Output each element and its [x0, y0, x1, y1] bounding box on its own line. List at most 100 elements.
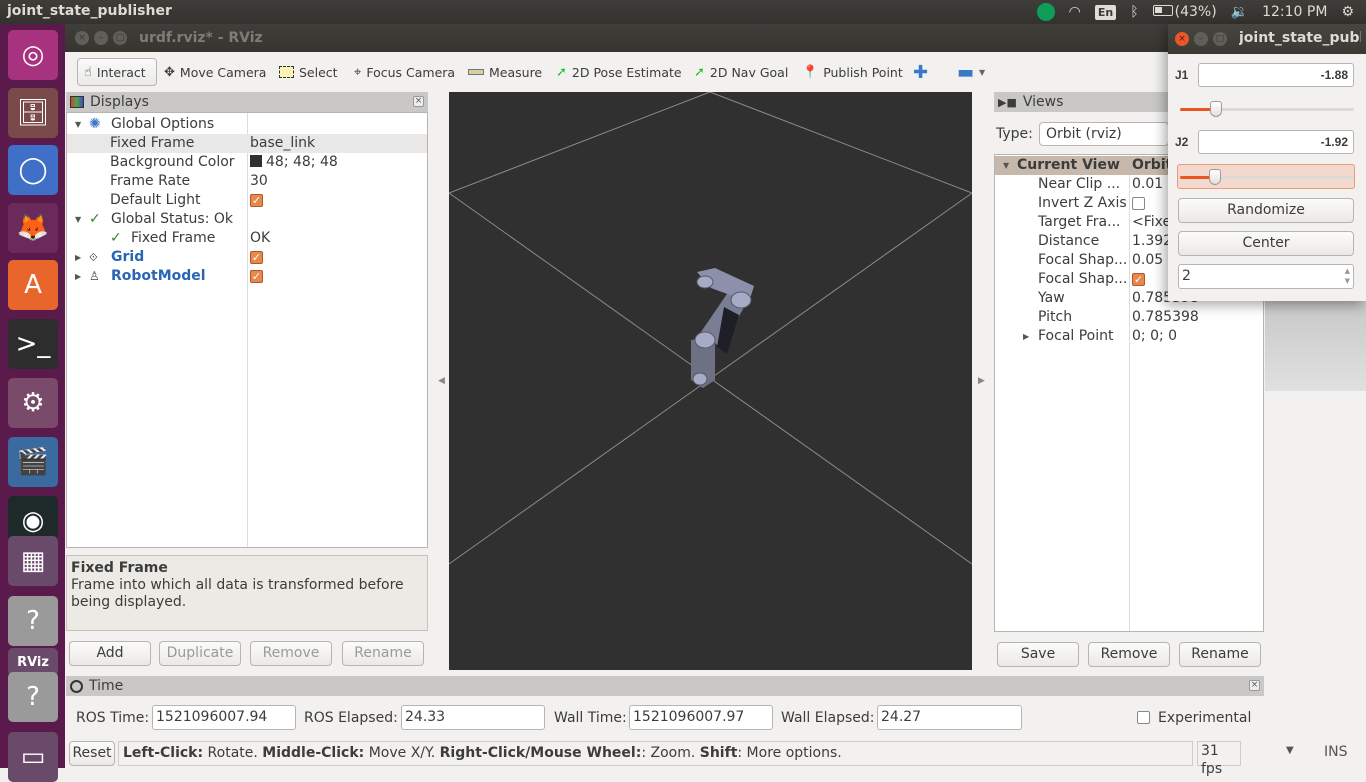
save-view-button[interactable]: Save	[997, 642, 1079, 667]
tool-focus-camera[interactable]: ⌖ Focus Camera	[348, 58, 461, 86]
expand-arrow-icon[interactable]: ▼	[75, 115, 81, 134]
close-panel-icon[interactable]: ×	[413, 96, 424, 107]
expand-arrow-icon[interactable]: ▼	[75, 210, 81, 229]
tree-row-status-fixed-frame[interactable]: ✓ Fixed Frame OK	[67, 229, 427, 248]
minimize-window-button[interactable]: –	[1194, 32, 1208, 46]
hangouts-icon[interactable]	[1036, 3, 1055, 21]
expand-arrow-icon[interactable]: ▶	[1023, 327, 1029, 346]
tool-interact[interactable]: ☝ Interact	[77, 58, 157, 86]
keyboard-layout-indicator[interactable]: En	[1094, 4, 1117, 20]
remove-tool-button[interactable]: ▬ ▼	[951, 58, 991, 86]
experimental-checkbox[interactable]	[1137, 711, 1150, 724]
tree-row-global-status[interactable]: ▼ ✓ Global Status: Ok	[67, 210, 427, 229]
remove-view-button[interactable]: Remove	[1088, 642, 1170, 667]
tree-row-global-options[interactable]: ▼ ✺ Global Options	[67, 115, 427, 134]
rename-view-button[interactable]: Rename	[1179, 642, 1261, 667]
tool-measure[interactable]: Measure	[462, 58, 548, 86]
row-value[interactable]: 0; 0; 0	[1132, 327, 1177, 346]
3d-render-viewport[interactable]	[448, 91, 973, 670]
joint-value-j2[interactable]: -1.92	[1198, 130, 1354, 154]
launcher-files-icon[interactable]: 🗄	[8, 88, 58, 138]
collapse-right-arrow-icon[interactable]: ▶	[978, 376, 985, 386]
launcher-media-app-icon[interactable]: 🎬	[8, 437, 58, 487]
launcher-terminal-icon[interactable]: >_	[8, 319, 58, 369]
ros-time-field[interactable]: 1521096007.94	[152, 705, 296, 730]
add-tool-button[interactable]: ✚	[907, 58, 934, 86]
tree-row-focal-point[interactable]: ▶ Focal Point 0; 0; 0	[995, 327, 1263, 346]
tree-row-robotmodel[interactable]: ▶ ♙ RobotModel ✓	[67, 267, 427, 286]
close-window-button[interactable]: ×	[75, 31, 89, 45]
ros-elapsed-field[interactable]: 24.33	[401, 705, 545, 730]
randomize-button[interactable]: Randomize	[1178, 198, 1354, 223]
tool-select[interactable]: Select	[273, 58, 344, 86]
launcher-software-center-icon[interactable]: A	[8, 260, 58, 310]
launcher-unknown-app-icon[interactable]: ?	[8, 596, 58, 646]
close-window-button[interactable]: ×	[1175, 32, 1189, 46]
grid-enabled-checkbox[interactable]: ✓	[250, 248, 263, 267]
spinbox-field[interactable]: 2 ▲ ▼	[1178, 264, 1354, 289]
expand-arrow-icon[interactable]: ▶	[75, 267, 81, 286]
row-value[interactable]: <Fixe	[1132, 213, 1171, 232]
row-value[interactable]: base_link	[250, 134, 315, 153]
add-display-button[interactable]: Add	[69, 641, 151, 666]
dropdown-arrow-icon[interactable]: ▼	[1286, 745, 1294, 756]
bluetooth-icon[interactable]: ᛒ	[1130, 4, 1138, 20]
tool-2d-nav-goal[interactable]: ➚ 2D Nav Goal	[688, 58, 794, 86]
remove-display-button[interactable]: Remove	[250, 641, 332, 666]
launcher-ubuntu-dash-icon[interactable]: ◎	[8, 30, 58, 80]
row-value[interactable]: 0.01	[1132, 175, 1163, 194]
clock[interactable]: 12:10 PM	[1262, 4, 1327, 20]
property-description: Fixed Frame Frame into which all data is…	[66, 555, 428, 631]
launcher-unknown-app-2-icon[interactable]: ?	[8, 672, 58, 722]
close-panel-icon[interactable]: ×	[1249, 680, 1260, 691]
joint-value-j1[interactable]: -1.88	[1198, 63, 1354, 87]
invert-z-checkbox[interactable]	[1132, 194, 1145, 213]
power-gear-icon[interactable]: ⚙	[1341, 4, 1354, 20]
tool-publish-point[interactable]: 📍 Publish Point	[796, 58, 909, 86]
slider-handle[interactable]	[1210, 101, 1223, 117]
tool-2d-pose-estimate[interactable]: ➚ 2D Pose Estimate	[550, 58, 688, 86]
row-value[interactable]: 48; 48; 48	[250, 153, 338, 172]
default-light-checkbox[interactable]: ✓	[250, 191, 263, 210]
tree-row-background-color[interactable]: Background Color 48; 48; 48	[67, 153, 427, 172]
rename-display-button[interactable]: Rename	[342, 641, 424, 666]
clock-icon	[70, 679, 83, 693]
reset-button[interactable]: Reset	[69, 741, 115, 766]
tree-row-default-light[interactable]: Default Light ✓	[67, 191, 427, 210]
row-key: Grid	[111, 249, 145, 265]
row-value[interactable]: 0.785398	[1132, 308, 1199, 327]
row-value[interactable]: 0.05	[1132, 251, 1163, 270]
slider-handle[interactable]	[1208, 169, 1221, 185]
duplicate-display-button[interactable]: Duplicate	[159, 641, 241, 666]
collapse-left-arrow-icon[interactable]: ◀	[438, 376, 445, 386]
expand-arrow-icon[interactable]: ▶	[75, 248, 81, 267]
wall-elapsed-field[interactable]: 24.27	[877, 705, 1022, 730]
wall-time-field[interactable]: 1521096007.97	[629, 705, 773, 730]
wifi-icon[interactable]: ◠	[1069, 4, 1081, 20]
joint-slider-j1[interactable]	[1178, 98, 1354, 120]
launcher-chromium-icon[interactable]: ◯	[8, 145, 58, 195]
joint-slider-j2[interactable]	[1177, 164, 1355, 189]
launcher-system-settings-icon[interactable]: ⚙	[8, 378, 58, 428]
robotmodel-enabled-checkbox[interactable]: ✓	[250, 267, 263, 286]
expand-arrow-icon[interactable]: ▼	[1003, 156, 1009, 175]
maximize-window-button[interactable]: □	[113, 31, 127, 45]
focal-shape-checkbox[interactable]: ✓	[1132, 270, 1145, 289]
launcher-firefox-icon[interactable]: 🦊	[8, 203, 58, 253]
maximize-window-button[interactable]: □	[1213, 32, 1227, 46]
minimize-window-button[interactable]: –	[94, 31, 108, 45]
launcher-drive-icon[interactable]: ▭	[8, 732, 58, 782]
battery-indicator[interactable]: (43%)	[1152, 4, 1217, 20]
tree-row-pitch[interactable]: Pitch 0.785398	[995, 308, 1263, 327]
row-value[interactable]: 1.392	[1132, 232, 1172, 251]
tree-row-frame-rate[interactable]: Frame Rate 30	[67, 172, 427, 191]
launcher-sudoku-game-icon[interactable]: ▦	[8, 536, 58, 586]
center-button[interactable]: Center	[1178, 231, 1354, 256]
tool-move-camera[interactable]: ✥ Move Camera	[158, 58, 272, 86]
row-value[interactable]: 30	[250, 172, 268, 191]
tree-row-fixed-frame[interactable]: Fixed Frame base_link	[67, 134, 427, 153]
volume-icon[interactable]: 🔉	[1231, 4, 1248, 20]
spinbox-arrows-icon[interactable]: ▲ ▼	[1345, 266, 1350, 286]
view-type-select[interactable]: Orbit (rviz)	[1039, 122, 1169, 146]
tree-row-grid[interactable]: ▶ ⟐ Grid ✓	[67, 248, 427, 267]
